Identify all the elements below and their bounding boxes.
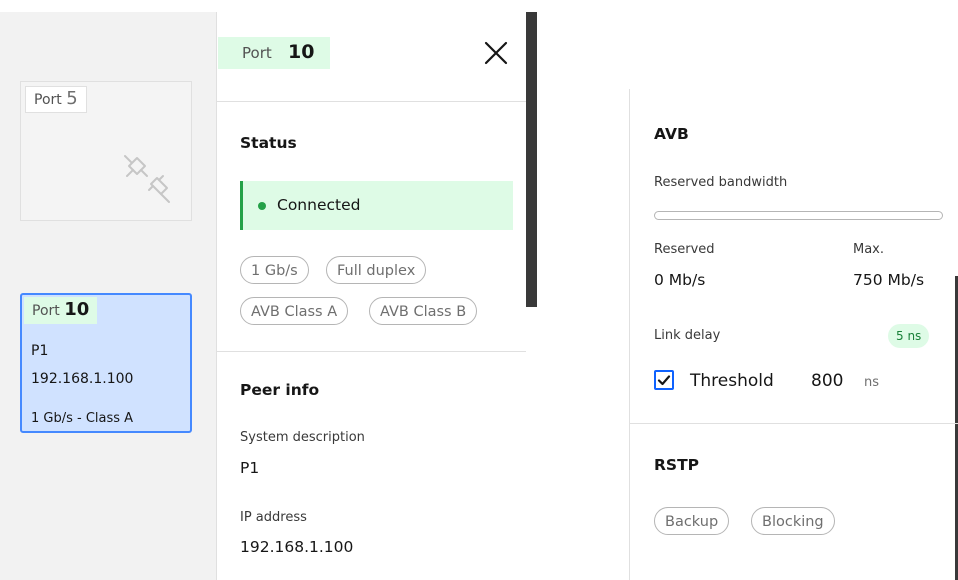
link-delay-badge: 5 ns (888, 324, 930, 348)
detail-panel (216, 12, 537, 580)
threshold-label: Threshold (690, 371, 774, 391)
port-card-5[interactable]: Port 5 (20, 81, 192, 221)
reserved-label: Reserved (654, 242, 715, 257)
close-icon[interactable] (483, 40, 509, 66)
status-box: Connected (240, 181, 513, 230)
reserved-bandwidth-bar (654, 211, 943, 220)
divider (217, 101, 526, 102)
threshold-checkbox[interactable] (654, 370, 674, 390)
divider (217, 351, 526, 352)
status-text: Connected (277, 196, 361, 214)
port-10-label: Port 10 (24, 297, 98, 324)
tag-avb-class-b: AVB Class B (369, 297, 478, 325)
port-card-10[interactable]: Port 10 P1 192.168.1.100 1 Gb/s - Class … (20, 293, 192, 433)
checkmark-icon (657, 375, 671, 386)
tag-avb-class-a: AVB Class A (240, 297, 349, 325)
status-heading: Status (240, 134, 297, 152)
threshold-value[interactable]: 800 (811, 371, 843, 391)
tag-duplex: Full duplex (326, 256, 427, 284)
unplugged-icon (124, 155, 170, 203)
max-value: 750 Mb/s (853, 271, 925, 289)
rstp-heading: RSTP (654, 456, 700, 474)
tag-speed: 1 Gb/s (240, 256, 309, 284)
max-label: Max. (853, 242, 885, 257)
ip-address-value: 192.168.1.100 (240, 538, 354, 556)
port-10-peer-name: P1 (31, 343, 49, 359)
detail-panel-scrollbar[interactable] (526, 12, 537, 307)
port-10-speed-class: 1 Gb/s - Class A (31, 411, 134, 426)
reserved-value: 0 Mb/s (654, 271, 706, 289)
port-5-label: Port 5 (25, 86, 87, 113)
detail-title-tag: Port 10 (218, 37, 330, 69)
port-10-peer-ip: 192.168.1.100 (31, 371, 134, 387)
avb-heading: AVB (654, 125, 689, 143)
system-description-label: System description (240, 430, 365, 445)
tag-blocking: Blocking (751, 507, 835, 535)
ip-address-label: IP address (240, 510, 307, 525)
status-dot (258, 202, 266, 210)
threshold-unit: ns (864, 375, 880, 390)
peer-info-heading: Peer info (240, 381, 320, 399)
reserved-bandwidth-label: Reserved bandwidth (654, 175, 788, 190)
tag-backup: Backup (654, 507, 730, 535)
divider (630, 423, 958, 424)
system-description-value: P1 (240, 459, 260, 477)
link-delay-label: Link delay (654, 328, 721, 343)
